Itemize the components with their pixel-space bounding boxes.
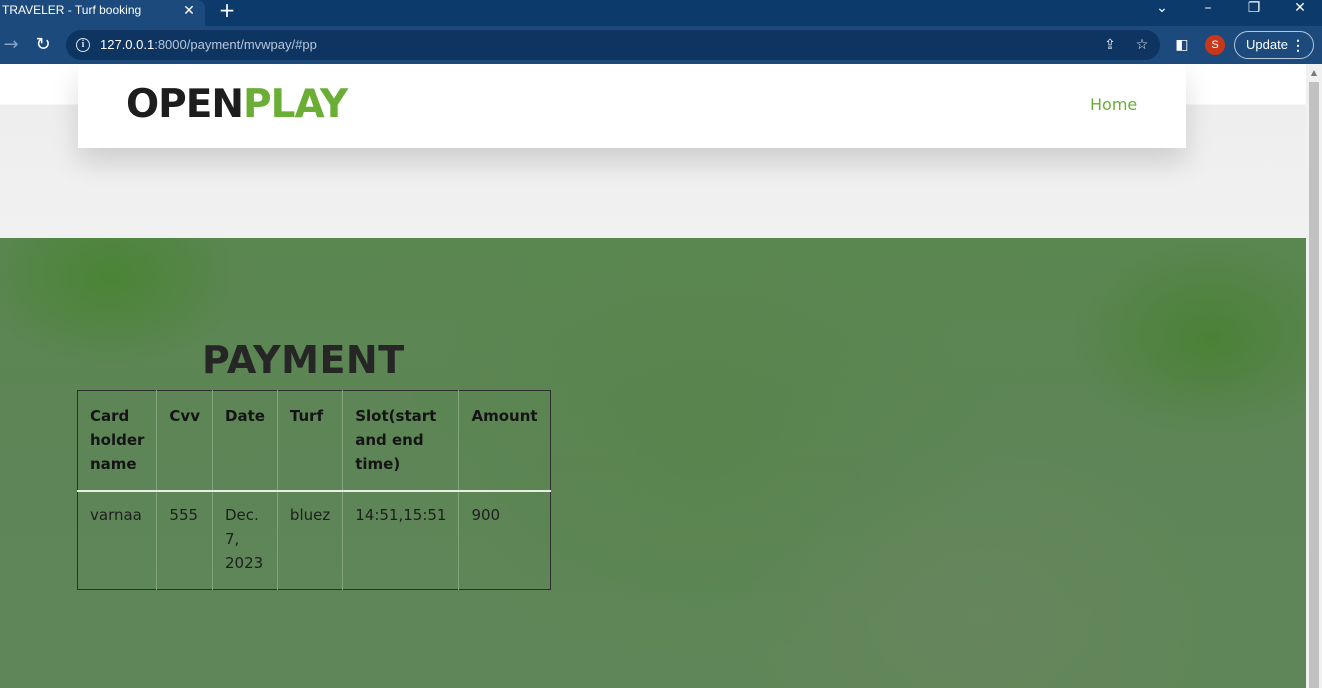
- update-label: Update: [1246, 37, 1288, 52]
- share-icon[interactable]: ⇪: [1101, 36, 1119, 54]
- column-header-slot: Slot(start and end time): [342, 390, 460, 491]
- reload-icon[interactable]: ↻: [32, 34, 54, 56]
- vertical-scrollbar[interactable]: ▲: [1306, 64, 1322, 688]
- close-icon[interactable]: ✕: [1286, 0, 1314, 20]
- tab-title: TRAVELER - Turf booking: [2, 3, 142, 17]
- scroll-thumb[interactable]: [1309, 82, 1319, 688]
- browser-tab[interactable]: TRAVELER - Turf booking ✕: [0, 0, 205, 26]
- column-header-amount: Amount: [471, 407, 538, 425]
- cell-slot: 14:51,15:51: [342, 491, 460, 590]
- page-title: PAYMENT: [202, 338, 405, 382]
- table-row: varnaa 555 Dec. 7, 2023 bluez 14:51,15:5…: [77, 491, 551, 590]
- url-path: :8000/payment/mvwpay/#pp: [154, 37, 317, 52]
- table-header-row: Card holder name Cvv Date Turf Slot(star…: [77, 390, 551, 491]
- tab-close-icon[interactable]: ✕: [180, 1, 198, 19]
- scroll-up-arrow-icon[interactable]: ▲: [1309, 68, 1319, 78]
- minimize-icon[interactable]: –: [1194, 0, 1222, 20]
- update-button[interactable]: Update ⋮: [1234, 31, 1314, 59]
- cell-amount: 900: [471, 506, 501, 524]
- payment-section: PAYMENT Card holder name Cvv Date Turf S…: [0, 238, 1306, 688]
- site-logo[interactable]: OPENPLAY: [126, 82, 348, 127]
- column-header-date: Date: [212, 390, 278, 491]
- url-text[interactable]: 127.0.0.1:8000/payment/mvwpay/#pp: [100, 37, 317, 52]
- tab-bar: TRAVELER - Turf booking ✕ + ⌄ – ❐ ✕: [0, 0, 1322, 26]
- page-viewport: OPENPLAY Home PAYMENT Card holder name C…: [0, 64, 1306, 688]
- sidepanel-icon[interactable]: ◧: [1172, 35, 1192, 55]
- column-header-turf: Turf: [277, 390, 344, 491]
- cell-cvv: 555: [156, 491, 213, 590]
- restore-icon[interactable]: ❐: [1240, 0, 1268, 20]
- avatar[interactable]: S: [1205, 35, 1225, 55]
- column-header-card-holder: Card holder name: [77, 390, 158, 491]
- browser-toolbar: → ↻ i 127.0.0.1:8000/payment/mvwpay/#pp …: [0, 26, 1322, 64]
- cell-turf: bluez: [277, 491, 344, 590]
- info-icon[interactable]: i: [76, 38, 90, 52]
- payment-table: Card holder name Cvv Date Turf Slot(star…: [77, 390, 551, 590]
- star-icon[interactable]: ☆: [1133, 36, 1151, 54]
- cell-date: Dec. 7, 2023: [212, 491, 278, 590]
- tab-search-icon[interactable]: ⌄: [1148, 0, 1176, 20]
- logo-play: PLAY: [243, 82, 348, 127]
- menu-dots-icon[interactable]: ⋮: [1291, 32, 1305, 58]
- forward-arrow-icon[interactable]: →: [0, 34, 22, 56]
- logo-open: OPEN: [126, 82, 244, 127]
- cell-card-holder: varnaa: [77, 491, 158, 590]
- url-host: 127.0.0.1: [100, 37, 155, 52]
- column-header-cvv: Cvv: [156, 390, 213, 491]
- new-tab-button[interactable]: +: [216, 0, 238, 20]
- nav-home-link[interactable]: Home: [1090, 95, 1137, 114]
- address-bar[interactable]: i 127.0.0.1:8000/payment/mvwpay/#pp ⇪ ☆: [66, 30, 1160, 60]
- site-header: OPENPLAY Home: [78, 64, 1186, 148]
